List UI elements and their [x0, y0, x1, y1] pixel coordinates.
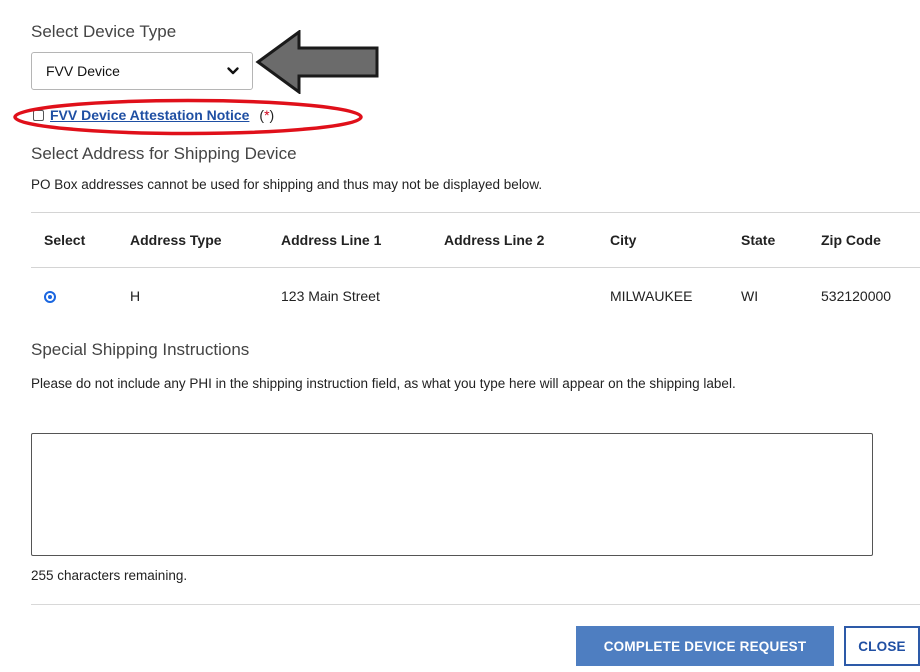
- shipping-instructions-heading: Special Shipping Instructions: [31, 340, 250, 359]
- column-header-address-line-2: Address Line 2: [431, 212, 597, 268]
- device-type-heading: Select Device Type: [31, 22, 177, 41]
- device-type-selected-value: FVV Device: [46, 63, 120, 79]
- phi-warning-note: Please do not include any PHI in the shi…: [31, 376, 736, 391]
- shipping-address-heading: Select Address for Shipping Device: [31, 144, 297, 163]
- address-line-1-cell: 123 Main Street: [281, 288, 380, 304]
- column-header-address-line-1: Address Line 1: [268, 212, 431, 268]
- address-line-2-cell: [431, 268, 597, 325]
- column-header-select: Select: [31, 212, 117, 268]
- city-cell: MILWAUKEE: [610, 288, 693, 304]
- column-header-zip-code: Zip Code: [808, 212, 920, 268]
- column-header-state: State: [728, 212, 808, 268]
- address-type-cell: H: [130, 288, 141, 304]
- shipping-instructions-input[interactable]: [31, 433, 873, 556]
- address-select-cell: [31, 268, 117, 325]
- column-header-address-type: Address Type: [117, 212, 268, 268]
- table-row[interactable]: H 123 Main Street MILWAUKEE WI 532120000: [31, 268, 920, 325]
- footer-divider: [31, 604, 920, 605]
- radio-selected-icon[interactable]: [44, 291, 56, 304]
- address-table: Select Address Type Address Line 1 Addre…: [31, 212, 920, 324]
- column-header-city: City: [597, 212, 728, 268]
- left-arrow-annotation: [255, 30, 379, 94]
- po-box-note: PO Box addresses cannot be used for ship…: [31, 177, 543, 192]
- device-type-select[interactable]: FVV Device: [31, 52, 253, 90]
- close-button[interactable]: CLOSE: [844, 626, 920, 666]
- complete-device-request-button[interactable]: COMPLETE DEVICE REQUEST: [576, 626, 834, 666]
- characters-remaining: 255 characters remaining.: [31, 568, 188, 583]
- address-table-header: Select Address Type Address Line 1 Addre…: [31, 212, 920, 268]
- zip-code-cell: 532120000: [821, 288, 892, 304]
- chevron-down-icon: [227, 67, 239, 75]
- state-cell: WI: [741, 288, 759, 304]
- highlight-oval-annotation: [13, 98, 363, 136]
